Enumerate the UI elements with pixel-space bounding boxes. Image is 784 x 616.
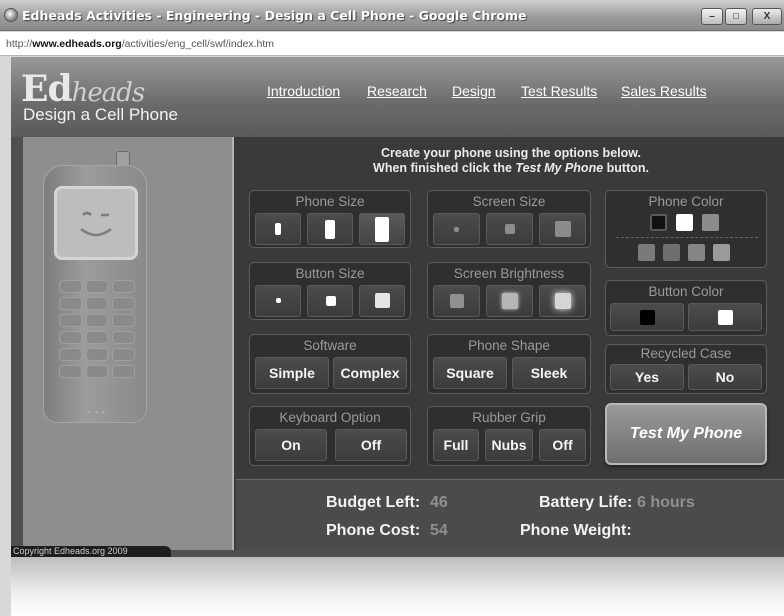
design-panel: • • • Create your phone using the option…	[23, 137, 784, 550]
phone-shape-box: Phone Shape Square Sleek	[427, 334, 591, 394]
screen-size-small-button[interactable]	[433, 213, 480, 245]
software-box: Software Simple Complex	[249, 334, 411, 394]
browser-window: Edheads Activities - Engineering - Desig…	[0, 0, 784, 616]
phone-size-box: Phone Size	[249, 190, 411, 248]
phone-color-title: Phone Color	[648, 194, 724, 209]
brand-ed: Ed	[21, 68, 73, 110]
address-bar[interactable]: http://www.edheads.org/activities/eng_ce…	[0, 32, 784, 56]
rubber-grip-full-button[interactable]: Full	[433, 429, 479, 461]
keyboard-on-button[interactable]: On	[255, 429, 327, 461]
phone-color-swatch-7[interactable]	[713, 244, 730, 261]
button-color-box: Button Color	[605, 280, 767, 336]
phone-size-medium-button[interactable]	[307, 213, 353, 245]
copyright-text: Copyright Edheads.org 2009	[11, 546, 171, 557]
phone-keypad	[59, 280, 135, 378]
keyboard-off-button[interactable]: Off	[335, 429, 407, 461]
battery-life-label: Battery Life:	[539, 494, 633, 511]
recycled-case-title: Recycled Case	[640, 346, 732, 361]
nav-design[interactable]: Design	[452, 83, 496, 99]
brightness-high-button[interactable]	[539, 285, 586, 317]
url-text[interactable]: http://www.edheads.org/activities/eng_ce…	[6, 38, 274, 50]
budget-left-value: 46	[430, 494, 448, 511]
keyboard-option-box: Keyboard Option On Off	[249, 406, 411, 466]
test-my-phone-button[interactable]: Test My Phone	[605, 403, 767, 465]
screen-size-box: Screen Size	[427, 190, 591, 248]
phone-screen	[54, 186, 138, 260]
rubber-grip-nubs-button[interactable]: Nubs	[485, 429, 533, 461]
phone-color-black-swatch[interactable]	[650, 214, 667, 231]
software-complex-button[interactable]: Complex	[333, 357, 407, 389]
brand-heads: heads	[71, 78, 146, 108]
instructions-line1: Create your phone using the options belo…	[381, 146, 641, 160]
url-domain: www.edheads.org	[32, 38, 122, 50]
recycled-case-yes-button[interactable]: Yes	[610, 364, 684, 390]
rubber-grip-title: Rubber Grip	[472, 410, 546, 425]
software-simple-button[interactable]: Simple	[255, 357, 329, 389]
brightness-medium-button[interactable]	[486, 285, 533, 317]
phone-shape-sleek-button[interactable]: Sleek	[512, 357, 586, 389]
title-bar: Edheads Activities - Engineering - Desig…	[0, 0, 784, 31]
stats-panel: Budget Left: 46 Battery Life: 6 hours Ph…	[236, 479, 784, 550]
activity-header: Edheads Design a Cell Phone Introduction…	[11, 57, 784, 137]
phone-shape-square-button[interactable]: Square	[433, 357, 507, 389]
phone-size-title: Phone Size	[295, 194, 365, 209]
button-size-small-button[interactable]	[255, 285, 301, 317]
button-color-title: Button Color	[648, 284, 724, 299]
phone-cost-value: 54	[430, 522, 448, 539]
url-prefix: http://	[6, 38, 33, 50]
smiley-face-icon	[80, 211, 112, 237]
nav-test-results[interactable]: Test Results	[521, 83, 597, 99]
phone-size-large-button[interactable]	[359, 213, 405, 245]
phone-color-divider	[616, 237, 758, 238]
minimize-icon[interactable]: –	[701, 8, 723, 25]
phone-cost-label: Phone Cost:	[326, 522, 421, 539]
battery-life-value: 6 hours	[637, 494, 695, 511]
chrome-icon	[4, 8, 18, 22]
phone-speaker: • • •	[88, 408, 106, 417]
phone-weight-label: Phone Weight:	[520, 522, 632, 539]
screen-brightness-title: Screen Brightness	[453, 266, 565, 281]
button-size-medium-button[interactable]	[307, 285, 353, 317]
keyboard-option-title: Keyboard Option	[279, 410, 381, 425]
nav-sales-results[interactable]: Sales Results	[621, 83, 707, 99]
software-title: Software	[303, 338, 357, 353]
rubber-grip-box: Rubber Grip Full Nubs Off	[427, 406, 591, 466]
activity-stage: Edheads Design a Cell Phone Introduction…	[11, 57, 784, 557]
maximize-icon[interactable]: □	[725, 8, 747, 25]
instructions-line2: When finished click the Test My Phone bu…	[373, 161, 649, 175]
phone-color-swatch-4[interactable]	[638, 244, 655, 261]
nav-research[interactable]: Research	[367, 83, 427, 99]
phone-preview-panel: • • •	[23, 137, 234, 550]
url-path: /activities/eng_cell/swf/index.htm	[121, 38, 275, 50]
recycled-case-no-button[interactable]: No	[688, 364, 762, 390]
instructions: Create your phone using the options belo…	[251, 146, 771, 176]
nav-introduction[interactable]: Introduction	[267, 83, 340, 99]
phone-preview: • • •	[43, 165, 147, 423]
rubber-grip-off-button[interactable]: Off	[539, 429, 586, 461]
brightness-low-button[interactable]	[433, 285, 480, 317]
button-size-large-button[interactable]	[359, 285, 405, 317]
screen-brightness-box: Screen Brightness	[427, 262, 591, 320]
phone-color-box: Phone Color	[605, 190, 767, 268]
screen-size-title: Screen Size	[472, 194, 546, 209]
phone-size-small-button[interactable]	[255, 213, 301, 245]
window-title: Edheads Activities - Engineering - Desig…	[22, 8, 527, 23]
budget-left-label: Budget Left:	[326, 494, 421, 511]
phone-color-gray-swatch[interactable]	[702, 214, 719, 231]
phone-color-white-swatch[interactable]	[676, 214, 693, 231]
button-color-white-option[interactable]	[688, 303, 762, 331]
screen-size-medium-button[interactable]	[486, 213, 533, 245]
button-color-black-option[interactable]	[610, 303, 684, 331]
recycled-case-box: Recycled Case Yes No	[605, 344, 767, 394]
close-icon[interactable]: X	[752, 8, 782, 25]
phone-color-swatch-6[interactable]	[688, 244, 705, 261]
page-footer-area	[11, 557, 784, 616]
test-my-phone-label: Test My Phone	[629, 425, 743, 442]
screen-size-large-button[interactable]	[539, 213, 586, 245]
activity-subtitle: Design a Cell Phone	[23, 105, 178, 124]
phone-color-swatch-5[interactable]	[663, 244, 680, 261]
button-size-title: Button Size	[295, 266, 365, 281]
phone-shape-title: Phone Shape	[468, 338, 550, 353]
button-size-box: Button Size	[249, 262, 411, 320]
